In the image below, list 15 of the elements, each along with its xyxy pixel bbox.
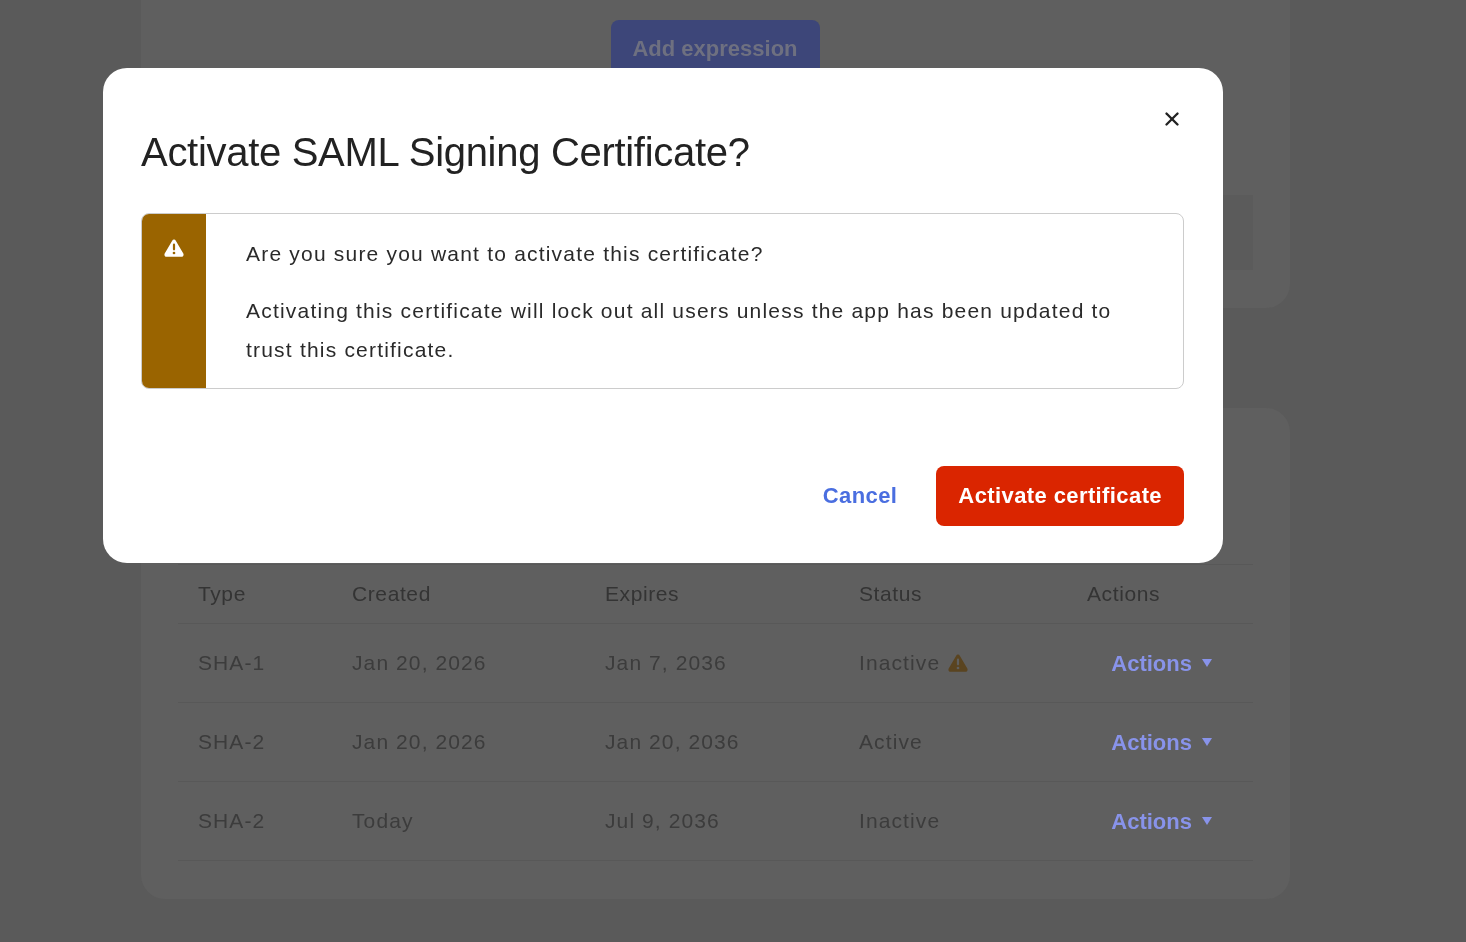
caret-icon bbox=[1202, 738, 1212, 746]
actions-label: Actions bbox=[1111, 807, 1192, 836]
callout-body: Activating this certificate will lock out all users unless the app has been updated to trust this certificate. bbox=[246, 298, 1113, 363]
actions-label: Actions bbox=[1111, 728, 1192, 757]
actions-label: Actions bbox=[1111, 649, 1192, 678]
actions-dropdown[interactable]: Actions bbox=[1111, 804, 1212, 838]
cancel-button[interactable]: Cancel bbox=[822, 482, 898, 510]
callout-heading: Are you sure you want to activate this certificate? bbox=[246, 241, 765, 267]
activate-button[interactable]: Activate certificate bbox=[936, 466, 1184, 526]
dialog-title: Activate SAML Signing Certificate? bbox=[141, 129, 750, 175]
actions-dropdown[interactable]: Actions bbox=[1111, 725, 1212, 759]
actions-dropdown[interactable]: Actions bbox=[1111, 646, 1212, 680]
caret-icon bbox=[1202, 659, 1212, 667]
warning-icon bbox=[164, 239, 184, 257]
caret-icon bbox=[1202, 817, 1212, 825]
